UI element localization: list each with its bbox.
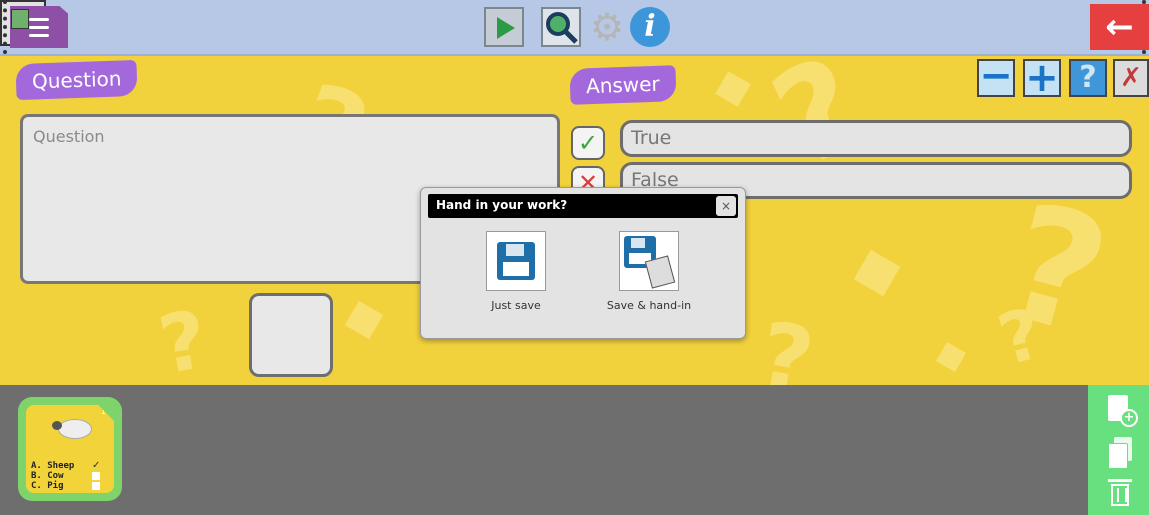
dialog-title: Hand in your work? — [436, 198, 568, 212]
sheep-image — [58, 419, 92, 439]
background-decoration — [344, 300, 384, 340]
just-save-button[interactable]: Just save — [466, 231, 566, 312]
slides-panel: 1 A. Sheep ✓ B. Cow C. Pig — [0, 385, 1149, 515]
thumb-option-a: A. Sheep — [31, 461, 75, 471]
dialog-header: Hand in your work? × — [428, 194, 738, 218]
save-and-hand-in-button[interactable]: Save & hand-in — [599, 231, 699, 312]
floppy-disk-handin-icon — [619, 231, 679, 291]
film-frame — [11, 9, 29, 29]
film-icon[interactable] — [0, 0, 46, 46]
disk-shutter — [631, 238, 645, 248]
sheep-head — [52, 421, 62, 430]
slide-thumbnail[interactable]: 1 A. Sheep ✓ B. Cow C. Pig — [18, 397, 122, 501]
just-save-label: Just save — [491, 299, 541, 312]
add-answer-button[interactable]: + — [1023, 58, 1061, 98]
trash-can — [1111, 484, 1129, 506]
slide-actions-panel: + — [1088, 385, 1149, 515]
new-page-icon[interactable]: + — [1108, 395, 1138, 427]
clear-tool-icon[interactable]: ✗ — [1113, 59, 1149, 97]
page-shape — [1108, 443, 1128, 469]
paper-sheet — [644, 255, 676, 289]
plus-badge: + — [1120, 409, 1138, 427]
thumb-option-b: B. Cow — [31, 471, 64, 481]
answer-field-1[interactable]: True — [620, 120, 1132, 157]
disk-body — [497, 242, 535, 280]
slide-number: 1 — [100, 407, 106, 416]
question-placeholder: Question — [33, 127, 105, 146]
disk-shutter — [506, 244, 524, 256]
thumb-check-b — [92, 472, 100, 480]
thumb-check-a: ✓ — [92, 460, 101, 471]
remove-answer-button[interactable]: − — [977, 56, 1015, 97]
correct-toggle-icon[interactable]: ✓ — [571, 126, 605, 160]
hand-in-dialog: Hand in your work? × Just save Save & ha… — [420, 187, 746, 339]
floppy-disk-icon — [486, 231, 546, 291]
thumb-check-c — [92, 482, 100, 490]
thumb-option-c: C. Pig — [31, 481, 64, 491]
close-icon[interactable]: × — [716, 196, 736, 216]
arrow-left-icon: ← — [1105, 7, 1134, 47]
background-decoration: ? — [152, 292, 215, 385]
background-decoration: ? — [751, 302, 821, 385]
background-decoration — [715, 71, 751, 107]
slide-preview: 1 A. Sheep ✓ B. Cow C. Pig — [26, 405, 114, 493]
copy-icon[interactable] — [1108, 437, 1134, 469]
media-placeholder[interactable] — [249, 293, 333, 377]
question-tag: Question — [15, 59, 139, 101]
disk-label — [503, 262, 529, 276]
help-button[interactable]: ? — [1069, 59, 1107, 97]
background-decoration — [935, 341, 967, 373]
trash-icon[interactable] — [1108, 479, 1134, 509]
back-button[interactable]: ← — [1090, 4, 1149, 50]
trash-lid — [1108, 479, 1132, 482]
answer-tag: Answer — [569, 65, 677, 105]
background-decoration — [853, 249, 901, 297]
top-toolbar: ⚙ i ← — [0, 0, 1149, 56]
save-and-hand-in-label: Save & hand-in — [606, 299, 692, 312]
